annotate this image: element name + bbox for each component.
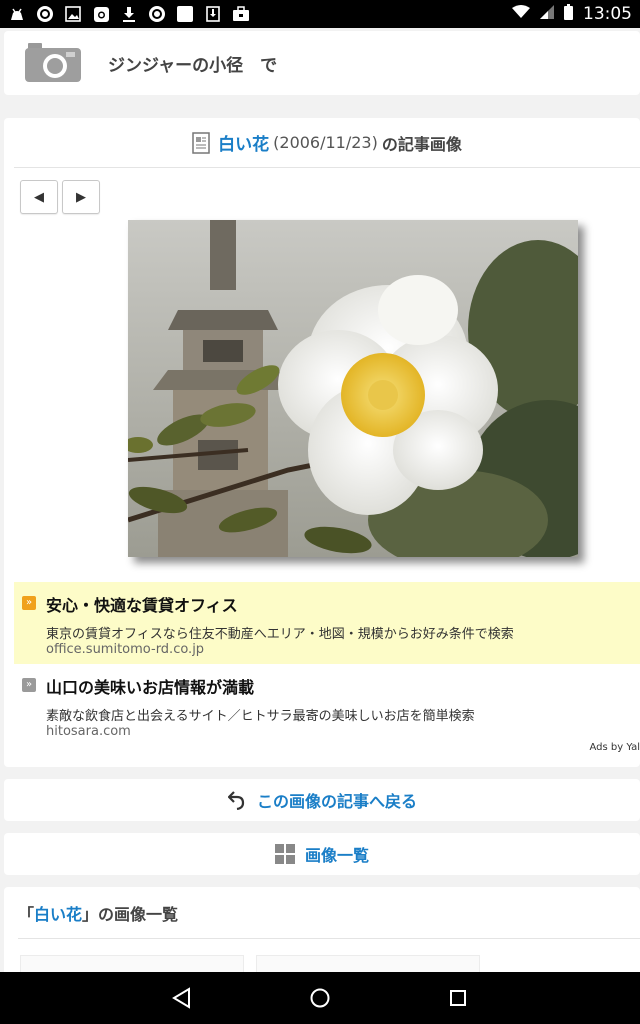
system-navigation-bar	[0, 972, 640, 1024]
image-heading: 白い花 (2006/11/23) の記事画像	[14, 118, 640, 168]
wifi-icon	[512, 4, 530, 24]
next-image-button[interactable]: ▶	[62, 180, 100, 214]
sponsored-ad[interactable]: » 安心・快適な賃貸オフィス 東京の賃貸オフィスなら住友不動産へエリア・地図・規…	[14, 582, 640, 664]
quote-open: 「	[18, 904, 35, 924]
blank-square-icon	[176, 5, 194, 23]
home-circle-icon[interactable]	[306, 984, 334, 1012]
recents-square-icon[interactable]	[444, 984, 472, 1012]
site-header[interactable]: ジンジャーの小径 で	[4, 31, 640, 95]
article-title-link[interactable]: 白い花	[218, 130, 269, 155]
status-bar: 13:05	[0, 0, 640, 28]
heading-suffix: の記事画像	[381, 134, 462, 154]
notification-icons	[8, 5, 250, 23]
ad-description: 素敵な飲食店と出会えるサイト／ヒトサラ最寄の美味しいお店を簡単検索	[46, 709, 475, 724]
ad-url[interactable]: office.sumitomo-rd.co.jp	[46, 642, 204, 657]
back-triangle-icon[interactable]	[168, 984, 196, 1012]
back-to-article-label: この画像の記事へ戻る	[256, 792, 417, 811]
ad-title[interactable]: 山口の美味いお店情報が満載	[46, 674, 254, 698]
document-icon	[192, 131, 210, 154]
download-icon	[120, 5, 138, 23]
image-list-heading: 「 白い花 」の画像一覧	[18, 887, 640, 939]
image-icon	[64, 5, 82, 23]
ads-by-label[interactable]: Ads by Yal	[590, 742, 640, 753]
ad-url[interactable]: hitosara.com	[46, 724, 131, 739]
sync-circle-icon	[36, 5, 54, 23]
chevron-right-icon: »	[22, 678, 36, 692]
instagram-icon	[92, 5, 110, 23]
article-date: (2006/11/23)	[273, 133, 378, 152]
sync-circle-icon	[148, 5, 166, 23]
back-to-article-button[interactable]: この画像の記事へ戻る	[4, 779, 640, 821]
camera-icon	[24, 41, 84, 85]
ad-description: 東京の賃貸オフィスなら住友不動産へエリア・地図・規模からお好み条件で検索	[46, 627, 514, 642]
sponsored-ad[interactable]: » 山口の美味いお店情報が満載 素敵な飲食店と出会えるサイト／ヒトサラ最寄の美味…	[14, 664, 640, 744]
briefcase-icon	[232, 5, 250, 23]
ad-title[interactable]: 安心・快適な賃貸オフィス	[46, 592, 238, 616]
image-list-section: 「 白い花 」の画像一覧	[4, 887, 640, 977]
previous-image-button[interactable]: ◀	[20, 180, 58, 214]
system-status: 13:05	[512, 3, 632, 25]
page-title: ジンジャーの小径 で	[108, 55, 278, 76]
arrow-left-icon: ◀	[34, 189, 44, 205]
signal-icon	[540, 4, 554, 24]
android-debug-icon	[8, 5, 26, 23]
chevron-right-icon: »	[22, 596, 36, 610]
return-arrow-icon	[227, 790, 247, 810]
image-list-label: 画像一覧	[304, 846, 369, 865]
image-viewer-card: 白い花 (2006/11/23) の記事画像 ◀ ▶ » 安心・快適な賃貸オフィ…	[4, 118, 640, 767]
download-box-icon	[204, 5, 222, 23]
image-list-article-link[interactable]: 白い花	[34, 901, 82, 925]
arrow-right-icon: ▶	[76, 189, 86, 205]
clock: 13:05	[583, 4, 632, 24]
battery-icon	[564, 3, 573, 25]
image-list-suffix: 」の画像一覧	[82, 904, 179, 924]
grid-icon	[274, 844, 295, 864]
image-list-button[interactable]: 画像一覧	[4, 833, 640, 875]
article-photo[interactable]	[128, 220, 578, 557]
